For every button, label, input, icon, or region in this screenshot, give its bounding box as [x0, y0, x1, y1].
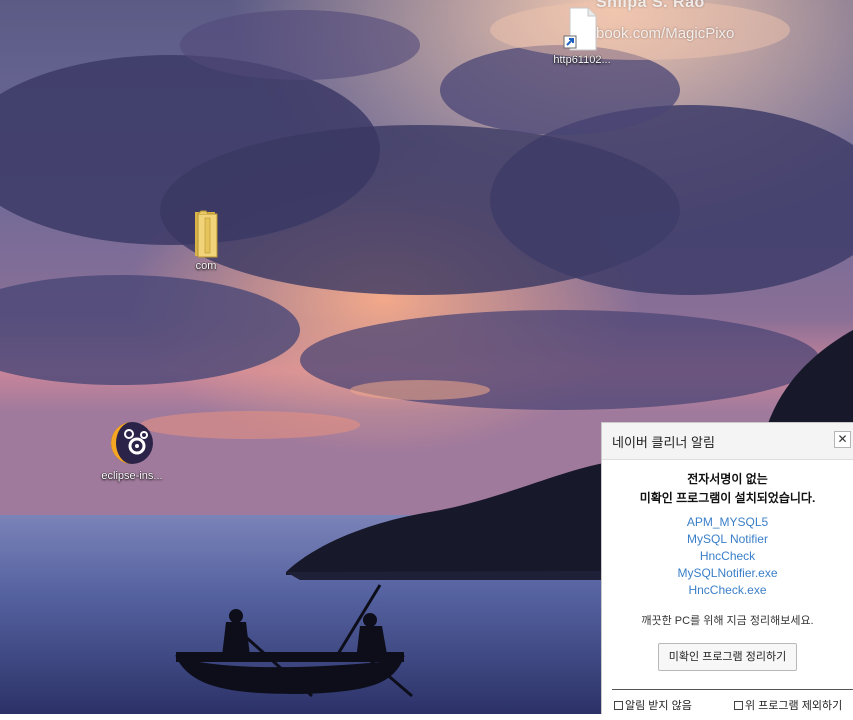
exclude-programs-label: 위 프로그램 제외하기 [745, 700, 843, 712]
desktop-icon-http-shortcut[interactable]: http61102... [537, 6, 627, 67]
program-link-apm-mysql5[interactable]: APM_MYSQL5 [602, 514, 853, 531]
watermark-url: book.com/MagicPixo [596, 25, 735, 42]
popup-body: 전자서명이 없는 미확인 프로그램이 설치되었습니다. APM_MYSQL5 M… [602, 460, 853, 671]
popup-header: 네이버 클리너 알림 ✕ [602, 423, 853, 460]
cleanup-hint: 깨끗한 PC를 위해 지금 정리해보세요. [641, 615, 814, 627]
exclude-programs-checkbox[interactable] [734, 701, 743, 710]
no-alert-label: 알림 받지 않음 [625, 700, 692, 712]
cleanup-programs-button[interactable]: 미확인 프로그램 정리하기 [657, 643, 798, 671]
shortcut-file-icon [563, 7, 597, 51]
desktop-icon-com-folder[interactable]: com [161, 208, 251, 273]
naver-cleaner-notification: 네이버 클리너 알림 ✕ 전자서명이 없는 미확인 프로그램이 설치되었습니다.… [601, 422, 853, 714]
desktop-icon-label: http61102... [553, 54, 611, 66]
unverified-program-list: APM_MYSQL5 MySQL Notifier HncCheck MySQL… [602, 514, 853, 599]
no-alert-checkbox[interactable] [614, 701, 623, 710]
program-link-hnccheck-exe[interactable]: HncCheck.exe [602, 582, 853, 599]
popup-footer: 알림 받지 않음 위 프로그램 제외하기 [612, 689, 853, 720]
headline-line-1: 전자서명이 없는 [687, 472, 768, 486]
desktop-icon-label: eclipse-ins... [101, 470, 163, 482]
headline-line-2: 미확인 프로그램이 설치되었습니다. [639, 491, 816, 505]
program-link-mysqlnotifier-exe[interactable]: MySQLNotifier.exe [602, 565, 853, 582]
no-alert-option[interactable]: 알림 받지 않음 [614, 697, 692, 713]
desktop-icon-eclipse-installer[interactable]: eclipse-ins... [87, 420, 177, 483]
program-link-mysql-notifier[interactable]: MySQL Notifier [602, 531, 853, 548]
popup-title: 네이버 클리너 알림 [612, 435, 715, 450]
exclude-programs-option[interactable]: 위 프로그램 제외하기 [734, 697, 842, 713]
eclipse-installer-icon [111, 422, 153, 464]
watermark-name: Shilpa S. Rao [596, 0, 705, 11]
wallpaper-watermark: Shilpa S. Rao book.com/MagicPixo [596, 0, 846, 42]
folder-icon [195, 210, 218, 258]
close-icon[interactable]: ✕ [834, 431, 851, 448]
program-link-hnccheck[interactable]: HncCheck [602, 548, 853, 565]
desktop-icon-label: com [195, 260, 217, 272]
